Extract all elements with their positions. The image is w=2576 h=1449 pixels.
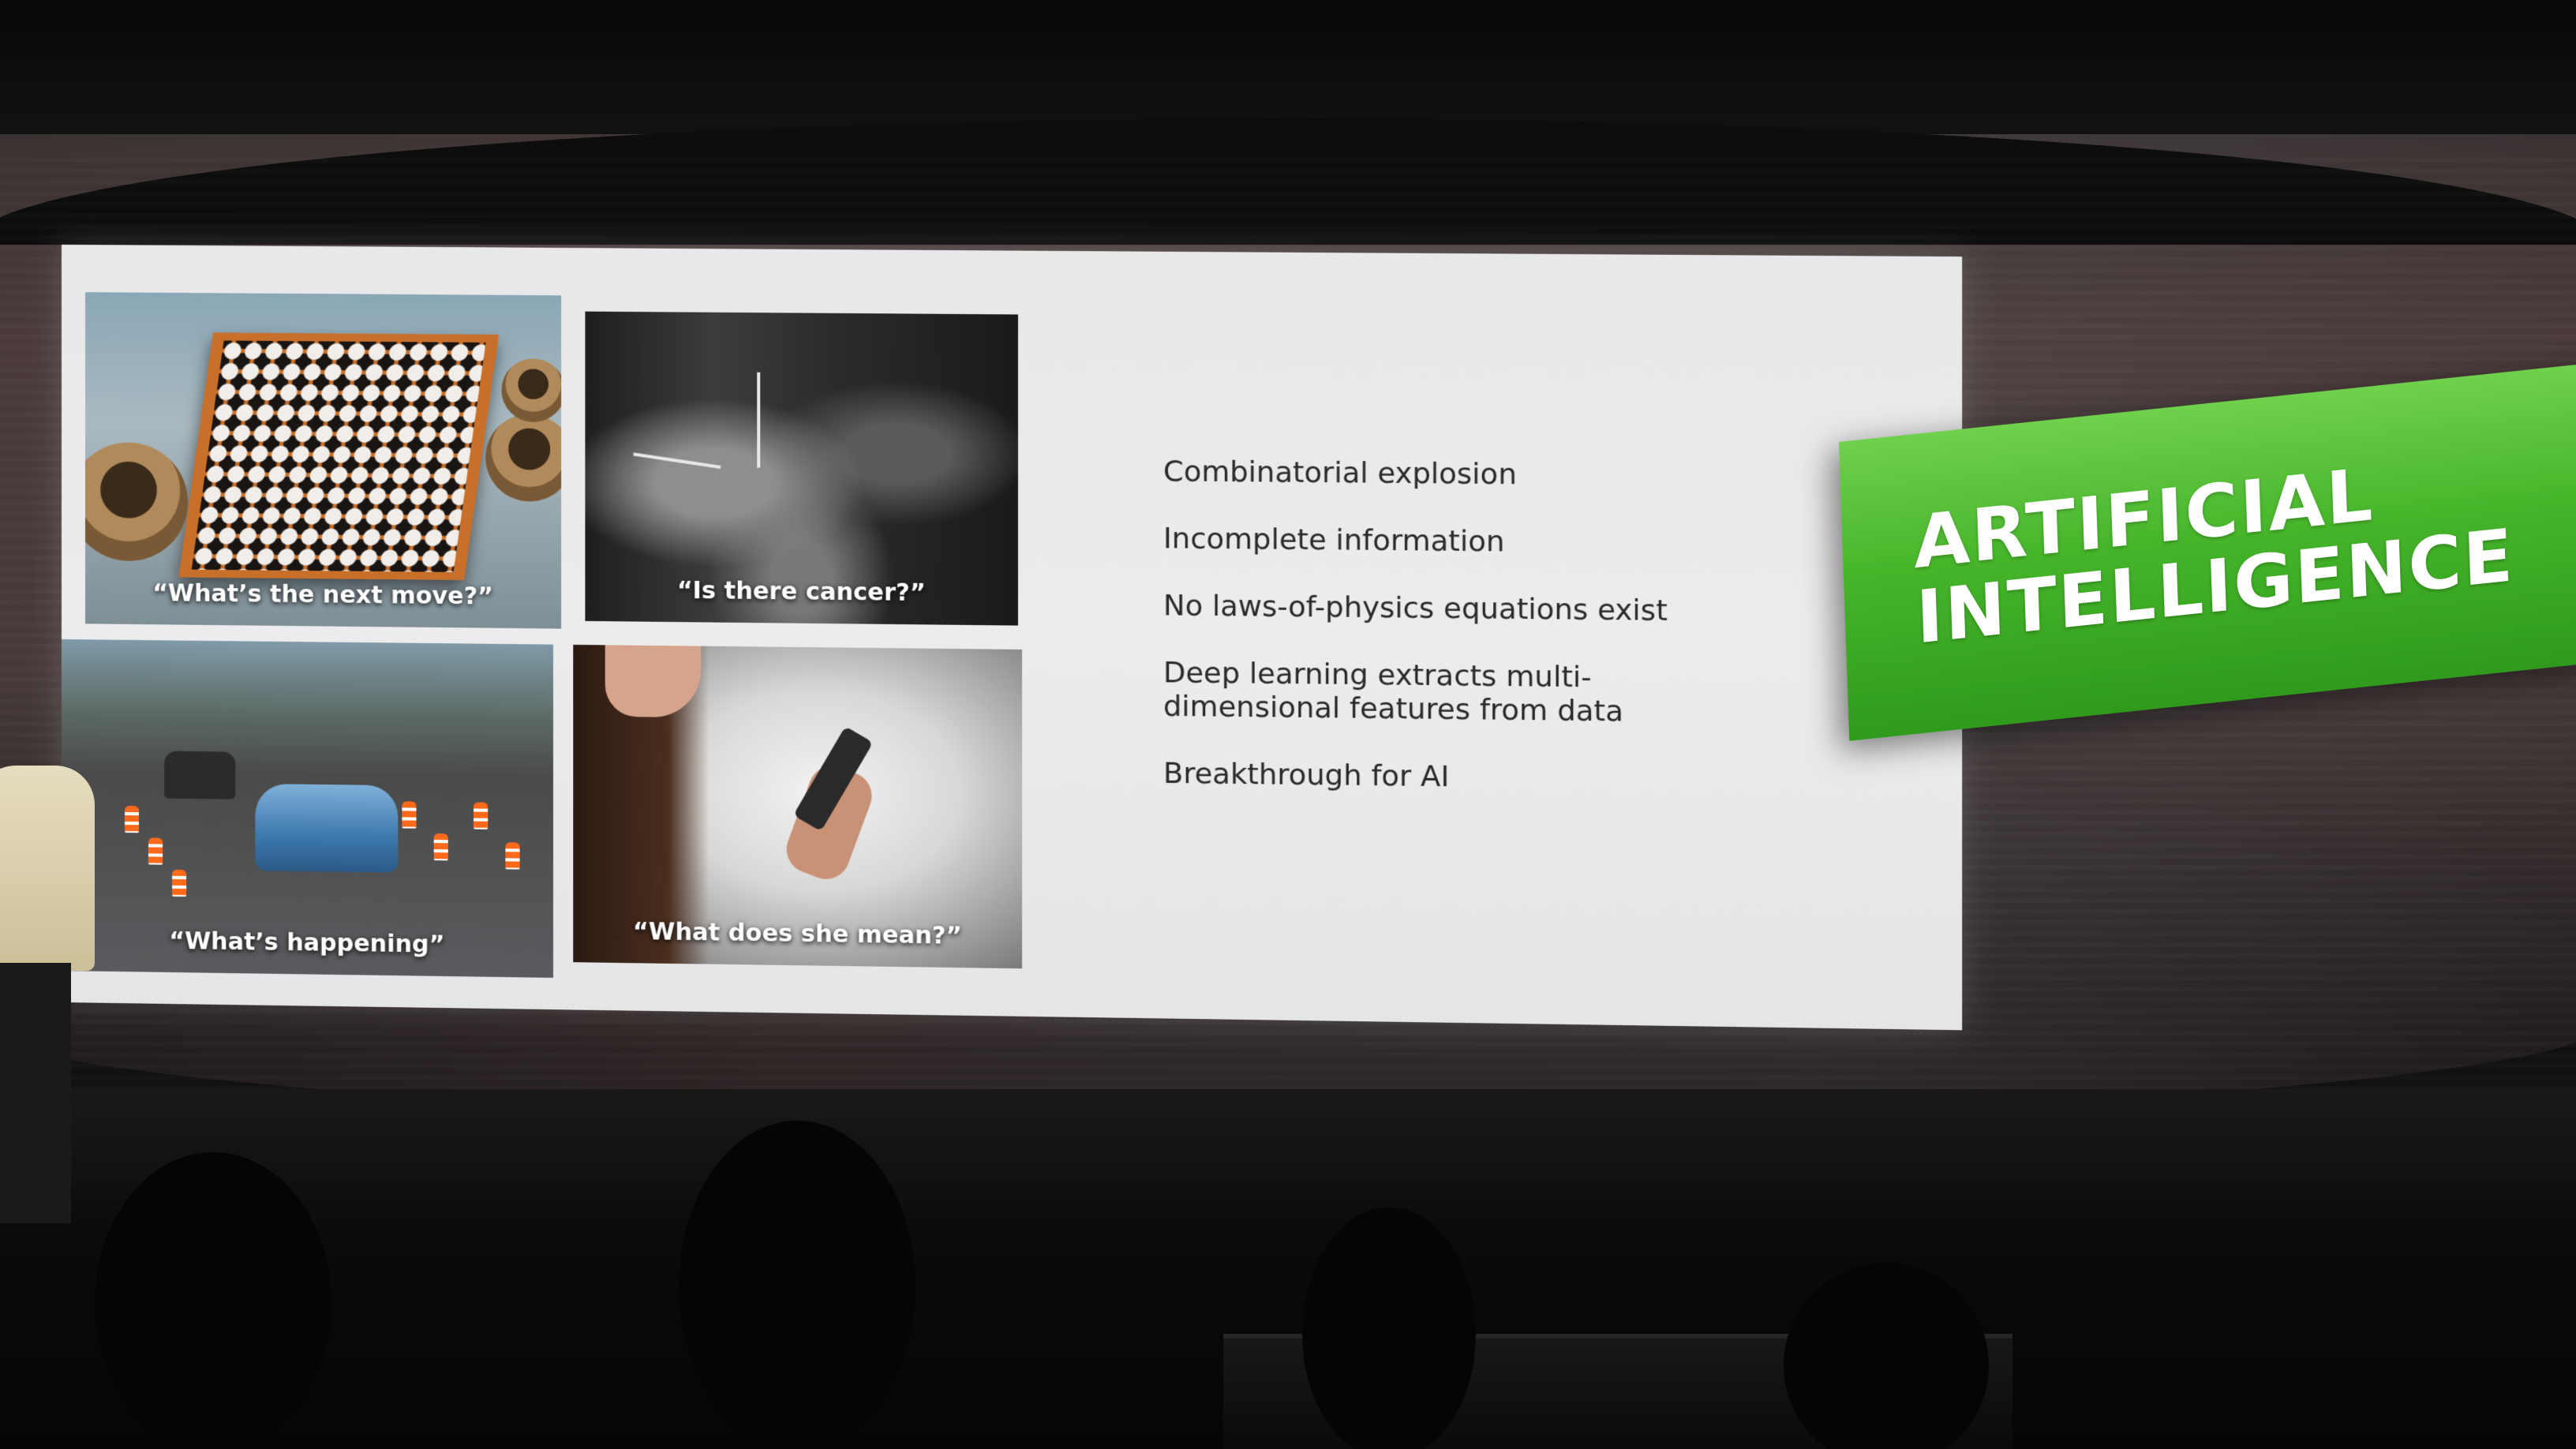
presentation-slide: “What’s the next move?” “Is there cancer… <box>62 245 1962 1030</box>
tile-caption: “What’s happening” <box>62 926 553 960</box>
go-stones <box>192 341 486 572</box>
phone-user-image-tile: “What does she mean?” <box>573 645 1022 968</box>
traffic-cone-icon <box>434 833 448 860</box>
tile-caption: “Is there cancer?” <box>585 576 1018 608</box>
stone-bowl <box>485 414 561 502</box>
banner-title: ARTIFICIAL INTELLIGENCE <box>1912 443 2515 657</box>
audience-head <box>1302 1208 1476 1449</box>
car-icon <box>164 751 235 799</box>
bowl-lid <box>501 358 561 422</box>
presenter <box>0 766 95 971</box>
mri-image-tile: “Is there cancer?” <box>585 312 1018 626</box>
bullet-item: Deep learning extracts multi-dimensional… <box>1163 657 1732 730</box>
tile-caption: “What’s the next move?” <box>85 578 561 611</box>
arrow-right-icon <box>633 453 721 469</box>
traffic-cone-icon <box>148 837 163 864</box>
car-icon <box>255 784 398 873</box>
traffic-cone-icon <box>402 801 416 828</box>
presenter-legs <box>0 963 71 1223</box>
bullet-list: Combinatorial explosion Incomplete infor… <box>1163 455 1732 832</box>
audience-head <box>95 1152 331 1449</box>
go-board-image-tile: “What’s the next move?” <box>85 292 561 628</box>
bullet-item: No laws-of-physics equations exist <box>1163 590 1732 629</box>
traffic-cone-icon <box>505 842 519 869</box>
audience-head <box>679 1121 915 1449</box>
bullet-item: Breakthrough for AI <box>1163 757 1732 797</box>
bullet-item: Combinatorial explosion <box>1163 455 1732 494</box>
traffic-cone-icon <box>125 806 139 833</box>
traffic-cone-icon <box>172 870 186 897</box>
stone-bowl <box>85 442 188 561</box>
arrow-down-icon <box>757 373 760 468</box>
conference-stage-scene: “What’s the next move?” “Is there cancer… <box>0 0 2576 1449</box>
traffic-image-tile: “What’s happening” <box>62 639 553 978</box>
traffic-cone-icon <box>474 802 488 829</box>
bullet-item: Incomplete information <box>1163 522 1732 561</box>
